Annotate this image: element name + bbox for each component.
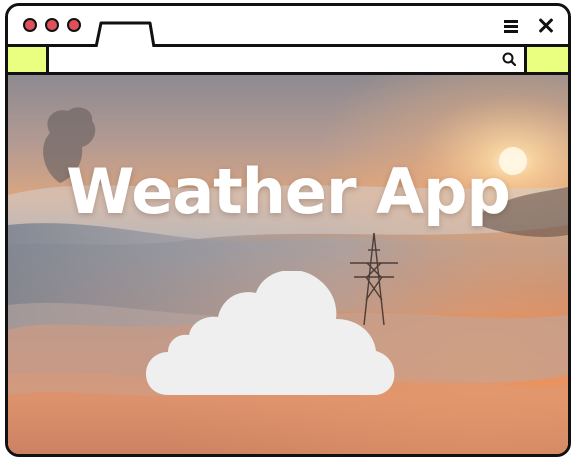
address-bar-right-panel[interactable] [524, 47, 568, 72]
search-icon[interactable] [502, 52, 516, 66]
window-minimize-dot[interactable] [45, 18, 59, 32]
browser-window: Weather App [5, 3, 571, 457]
hero-background-image [8, 75, 568, 454]
browser-tab[interactable] [95, 21, 155, 47]
url-input[interactable] [49, 47, 524, 72]
menu-icon[interactable] [504, 20, 518, 33]
address-bar-left-panel[interactable] [8, 47, 49, 72]
cloud-icon [146, 271, 395, 395]
page-content: Weather App [8, 75, 568, 454]
window-maximize-dot[interactable] [67, 18, 81, 32]
address-bar [8, 47, 568, 75]
window-close-dot[interactable] [23, 18, 37, 32]
page-title: Weather App [66, 155, 511, 228]
title-bar [8, 6, 568, 47]
close-icon[interactable] [537, 17, 555, 35]
